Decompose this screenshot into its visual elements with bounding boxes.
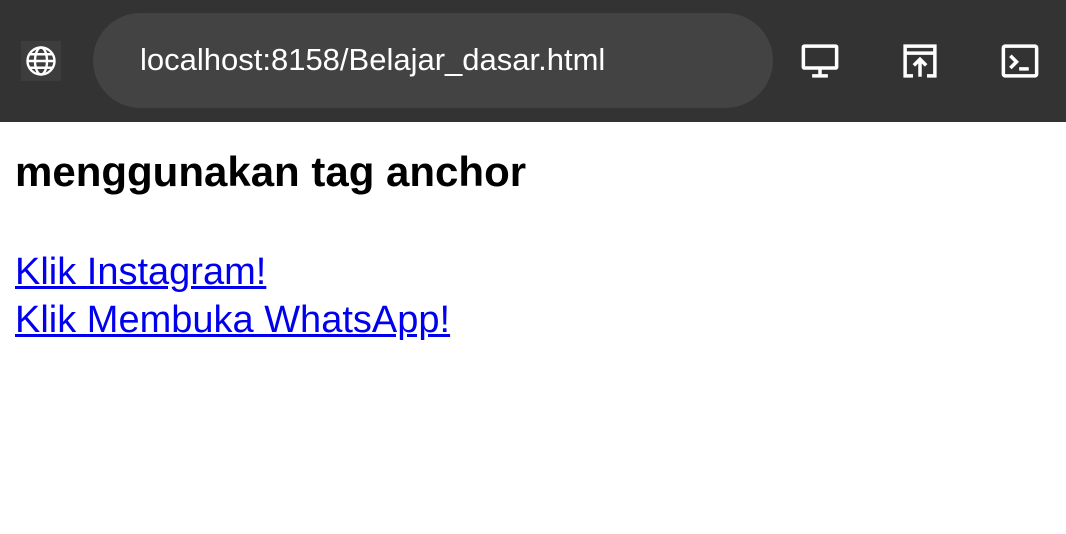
url-text[interactable]: localhost:8158/Belajar_dasar.html	[140, 42, 605, 78]
instagram-link[interactable]: Klik Instagram!	[15, 250, 266, 294]
globe-icon[interactable]	[21, 41, 61, 81]
browser-toolbar: localhost:8158/Belajar_dasar.html	[0, 0, 1066, 122]
desktop-icon[interactable]	[799, 40, 841, 82]
page-heading: menggunakan tag anchor	[15, 148, 527, 195]
open-in-new-icon[interactable]	[899, 40, 941, 82]
address-bar[interactable]: localhost:8158/Belajar_dasar.html	[93, 13, 773, 108]
terminal-icon[interactable]	[999, 40, 1041, 82]
whatsapp-link[interactable]: Klik Membuka WhatsApp!	[15, 298, 450, 342]
